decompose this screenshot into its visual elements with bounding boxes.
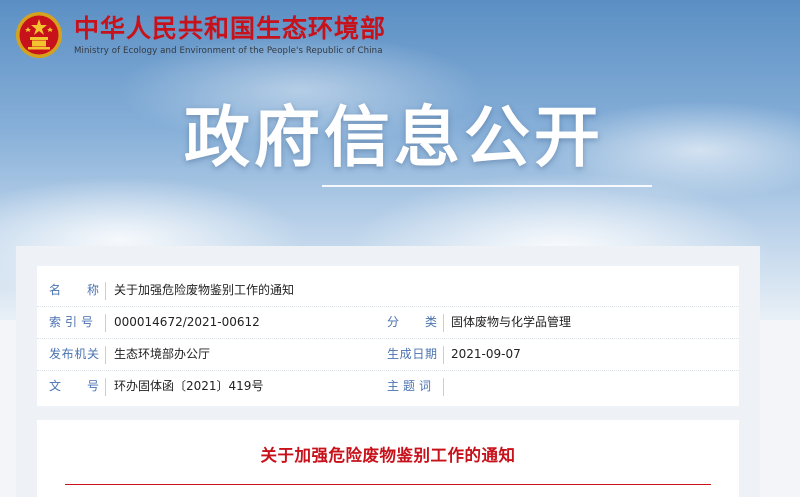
- index-value: 000014672/2021-00612: [114, 315, 260, 329]
- name-value: 关于加强危险废物鉴别工作的通知: [114, 283, 295, 297]
- index-label: 索引号: [49, 315, 93, 329]
- article-title-rule: [65, 484, 711, 485]
- divider: [443, 346, 444, 364]
- issuer-label: 发布机关: [49, 347, 99, 361]
- date-value: 2021-09-07: [451, 347, 521, 361]
- divider: [105, 314, 106, 332]
- divider: [105, 282, 106, 300]
- banner-divider: [322, 185, 652, 187]
- metadata-row-docno: 文 号 环办固体函〔2021〕419号 主题词: [37, 370, 739, 402]
- page-title: 政府信息公开: [184, 99, 604, 176]
- issuer-value: 生态环境部办公厅: [114, 347, 211, 361]
- site-logo[interactable]: 中华人民共和国生态环境部 Ministry of Ecology and Env…: [14, 10, 386, 60]
- article-title: 关于加强危险废物鉴别工作的通知: [260, 446, 516, 465]
- metadata-row-index: 索引号 000014672/2021-00612 分 类 固体废物与化学品管理: [37, 306, 739, 339]
- divider: [105, 346, 106, 364]
- site-name-cn: 中华人民共和国生态环境部: [74, 13, 387, 43]
- divider: [105, 378, 106, 396]
- divider: [443, 378, 444, 396]
- national-emblem-icon: [16, 12, 62, 58]
- name-label: 名 称: [49, 283, 99, 297]
- date-label: 生成日期: [387, 347, 437, 361]
- category-value: 固体废物与化学品管理: [451, 315, 572, 329]
- article-card: 关于加强危险废物鉴别工作的通知: [37, 420, 739, 497]
- document-metadata-table: 名 称 关于加强危险废物鉴别工作的通知 索引号 000014672/2021-0…: [37, 266, 739, 406]
- docno-value: 环办固体函〔2021〕419号: [114, 379, 264, 393]
- site-name-en: Ministry of Ecology and Environment of t…: [74, 45, 383, 56]
- subject-label: 主题词: [387, 379, 431, 393]
- divider: [443, 314, 444, 332]
- docno-label: 文 号: [49, 379, 99, 393]
- metadata-row-name: 名 称 关于加强危险废物鉴别工作的通知: [37, 274, 739, 307]
- metadata-row-issuer: 发布机关 生态环境部办公厅 生成日期 2021-09-07: [37, 338, 739, 371]
- category-label: 分 类: [387, 315, 437, 329]
